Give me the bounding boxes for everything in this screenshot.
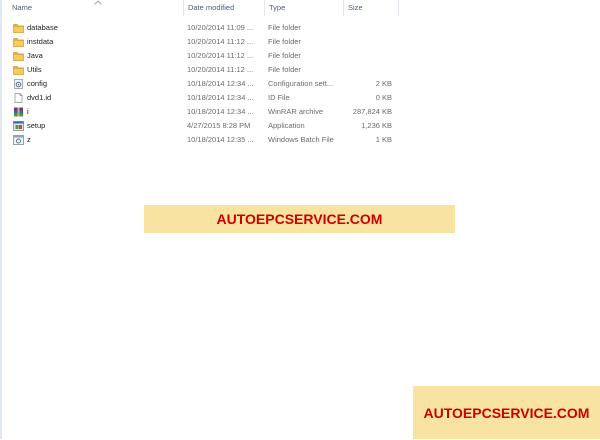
file-size: 0 KB <box>375 93 392 102</box>
column-header-date-modified[interactable]: Date modified <box>183 0 264 16</box>
file-icon-cell <box>13 133 25 147</box>
file-icon-cell <box>13 63 25 77</box>
file-date-modified: 10/20/2014 11:09 ... <box>187 23 254 32</box>
file-date-modified: 10/20/2014 11:12 ... <box>187 37 254 46</box>
file-icon-cell <box>13 105 25 119</box>
file-row-z[interactable]: z 10/18/2014 12:35 ... Windows Batch File 1… <box>0 133 600 147</box>
sort-up-arrow-icon <box>94 0 102 5</box>
file-date-modified: 10/18/2014 12:34 ... <box>187 79 254 88</box>
file-row-java[interactable]: Java 10/20/2014 11:12 ... File folder <box>0 49 600 63</box>
file-icon-cell <box>13 77 25 91</box>
file-type: ID File <box>268 93 290 102</box>
file-type: File folder <box>268 51 301 60</box>
file-size: 1,236 KB <box>361 121 392 130</box>
file-date-modified: 10/18/2014 12:35 ... <box>187 135 254 144</box>
config-file-icon <box>13 79 24 89</box>
file-type: File folder <box>268 23 301 32</box>
folder-icon <box>13 37 24 47</box>
file-icon-cell <box>13 35 25 49</box>
file-icon-cell <box>13 21 25 35</box>
file-date-modified: 10/18/2014 12:34 ... <box>187 93 254 102</box>
batch-file-icon <box>13 135 24 145</box>
file-type: File folder <box>268 37 301 46</box>
file-row-utils[interactable]: Utils 10/20/2014 11:12 ... File folder <box>0 63 600 77</box>
file-name: setup <box>27 121 46 130</box>
file-date-modified: 10/18/2014 12:34 ... <box>187 107 254 116</box>
file-name: Utils <box>27 65 42 74</box>
file-size <box>346 35 392 49</box>
column-header-size[interactable]: Size <box>343 0 399 16</box>
file-icon-cell <box>13 91 25 105</box>
file-name: instdata <box>27 37 54 46</box>
file-size <box>346 63 392 77</box>
file-date-modified: 4/27/2015 8:28 PM <box>187 121 251 130</box>
file-name: z <box>27 135 31 144</box>
file-size <box>346 49 392 63</box>
file-row-setup[interactable]: setup 4/27/2015 8:28 PM Application 1,236 K… <box>0 119 600 133</box>
file-type: Application <box>268 121 305 130</box>
file-row-database[interactable]: database 10/20/2014 11:09 ... File folder <box>0 21 600 35</box>
setup-application-icon <box>13 121 24 131</box>
file-size: 2 KB <box>375 79 392 88</box>
folder-icon <box>13 23 24 33</box>
watermark-banner-center: AUTOEPCSERVICE.COM <box>144 205 455 233</box>
watermark-banner-corner: AUTOEPCSERVICE.COM <box>413 386 600 439</box>
file-list: database 10/20/2014 11:09 ... File folder i… <box>0 21 600 147</box>
file-size: 1 KB <box>375 135 392 144</box>
file-type: WinRAR archive <box>268 107 324 116</box>
file-name: config <box>27 79 48 88</box>
file-name: dvd1.id <box>27 93 52 102</box>
file-name: Java <box>27 51 43 60</box>
folder-icon <box>13 65 24 75</box>
file-date-modified: 10/20/2014 11:12 ... <box>187 51 254 60</box>
file-name: database <box>27 23 58 32</box>
file-name: i <box>27 107 29 116</box>
file-size: 287,824 KB <box>352 107 392 116</box>
column-header-bar: Name Date modified Type Size <box>2 0 600 16</box>
folder-icon <box>13 51 24 61</box>
file-icon-cell <box>13 49 25 63</box>
file-type: Configuration sett... <box>268 79 334 88</box>
file-icon-cell <box>13 119 25 133</box>
file-row-config[interactable]: config 10/18/2014 12:34 ... Configuration … <box>0 77 600 91</box>
winrar-archive-icon <box>13 107 24 117</box>
column-header-type[interactable]: Type <box>264 0 343 16</box>
file-size <box>346 21 392 35</box>
file-row-i[interactable]: i 10/18/2014 12:34 ... WinRAR archive 287,8… <box>0 105 600 119</box>
file-type: File folder <box>268 65 301 74</box>
generic-file-icon <box>13 93 24 103</box>
file-type: Windows Batch File <box>268 135 334 144</box>
file-date-modified: 10/20/2014 11:12 ... <box>187 65 254 74</box>
file-row-dvd1-id[interactable]: dvd1.id 10/18/2014 12:34 ... ID File 0 KB <box>0 91 600 105</box>
file-row-instdata[interactable]: instdata 10/20/2014 11:12 ... File folder <box>0 35 600 49</box>
